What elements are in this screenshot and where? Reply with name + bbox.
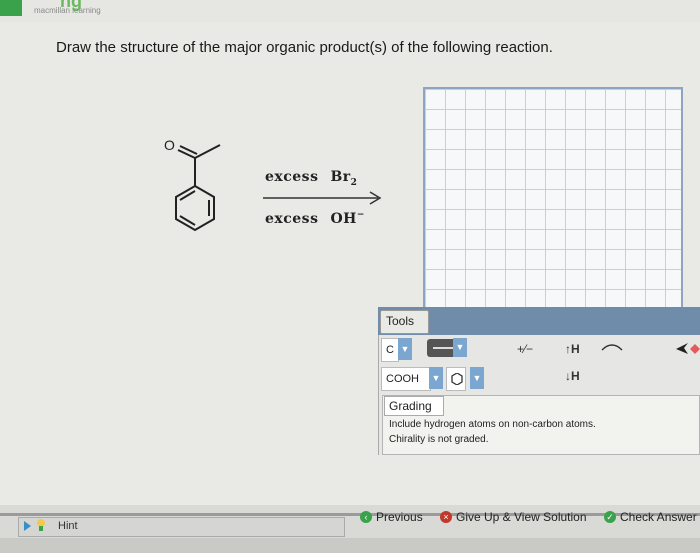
charge-tool-icon[interactable]: +⁄− (517, 342, 533, 356)
atom-selector[interactable]: C (381, 338, 399, 362)
atom-dropdown-icon[interactable]: ▼ (398, 338, 412, 360)
tab-tools[interactable]: Tools (380, 310, 429, 334)
reagent-bromine: excess Br2 (265, 169, 357, 188)
reagent-bromine-excess: excess (265, 169, 319, 185)
drawing-canvas[interactable] (423, 87, 683, 311)
hexagon-ring-icon (451, 372, 463, 386)
add-hydrogen-icon[interactable]: ↑H (565, 342, 580, 356)
oxygen-atom-label: O (164, 137, 175, 153)
reagent-hydroxide-formula: OH (330, 211, 357, 227)
remove-hydrogen-icon[interactable]: ↓H (565, 369, 580, 383)
question-text: Draw the structure of the major organic … (56, 39, 553, 56)
previous-label: Previous (376, 510, 423, 524)
expand-arrow-icon[interactable] (24, 521, 31, 531)
group-dropdown-icon[interactable]: ▼ (429, 367, 443, 389)
grading-note: Include hydrogen atoms on non-carbon ato… (389, 419, 596, 430)
logo-icon (0, 0, 22, 16)
bottom-shade (0, 538, 700, 553)
lightbulb-icon (37, 519, 45, 531)
previous-icon: ‹ (360, 511, 372, 523)
reaction-scheme: O excess Br2 excess OH− (150, 128, 400, 243)
bond-dropdown-icon[interactable]: ▼ (453, 338, 467, 357)
ring-tool[interactable] (446, 367, 466, 391)
hint-label[interactable]: Hint (58, 520, 78, 532)
group-selector[interactable]: COOH (381, 367, 431, 391)
previous-button[interactable]: ‹ Previous (360, 510, 423, 524)
reagent-bromine-subscript: 2 (350, 178, 358, 188)
top-bar (0, 0, 700, 22)
grading-note: Chirality is not graded. (389, 434, 489, 445)
give-up-label: Give Up & View Solution (456, 510, 587, 524)
tab-grading[interactable]: Grading (384, 396, 444, 416)
close-icon: × (440, 511, 452, 523)
reagent-hydroxide: excess OH− (265, 210, 365, 227)
give-up-button[interactable]: × Give Up & View Solution (440, 510, 587, 524)
check-answer-label: Check Answer (620, 510, 697, 524)
reagent-hydroxide-charge: − (356, 210, 365, 220)
eraser-icon[interactable] (690, 344, 700, 354)
divider (0, 513, 700, 516)
select-cursor-icon[interactable] (675, 342, 689, 356)
curved-arrow-icon[interactable] (600, 342, 624, 352)
check-icon: ✓ (604, 511, 616, 523)
check-answer-button[interactable]: ✓ Check Answer (604, 510, 697, 524)
ring-dropdown-icon[interactable]: ▼ (470, 367, 484, 389)
reagent-bromine-formula: Br (330, 169, 351, 185)
page-title-partial: ng (60, 0, 82, 11)
reagent-hydroxide-excess: excess (265, 211, 319, 227)
